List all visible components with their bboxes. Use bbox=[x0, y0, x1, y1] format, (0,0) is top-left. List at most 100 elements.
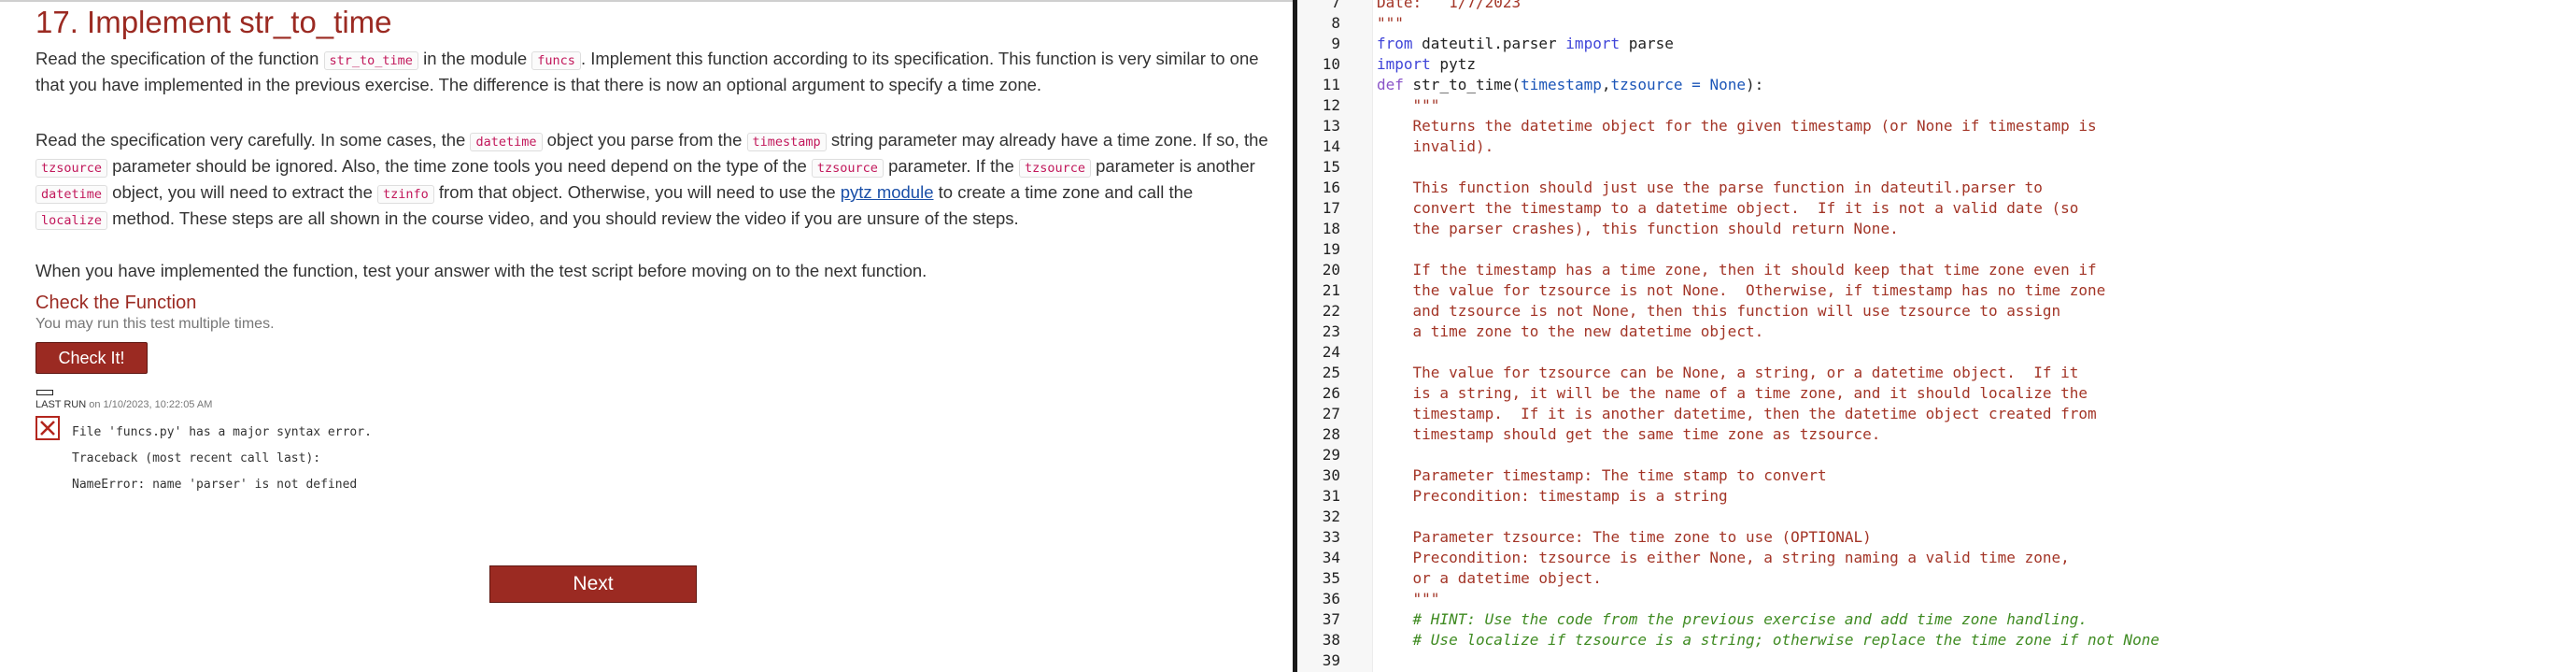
error-x-icon bbox=[35, 416, 60, 440]
code-line[interactable]: 35 or a datetime object. bbox=[1297, 568, 2576, 589]
code-line[interactable]: 28 timestamp should get the same time zo… bbox=[1297, 424, 2576, 445]
code-line[interactable]: 23 a time zone to the new datetime objec… bbox=[1297, 322, 2576, 342]
code-token: def bbox=[1377, 76, 1404, 93]
line-number: 23 bbox=[1322, 322, 1340, 340]
line-number: 26 bbox=[1322, 384, 1340, 402]
line-number: 18 bbox=[1322, 220, 1340, 237]
line-source: or a datetime object. bbox=[1377, 568, 1602, 589]
line-number: 14 bbox=[1322, 137, 1340, 155]
code-token: import bbox=[1565, 35, 1621, 52]
code-token: Date: 1/7/2023 bbox=[1377, 0, 1522, 11]
line-number: 37 bbox=[1322, 610, 1340, 628]
code-line[interactable]: 39 bbox=[1297, 651, 2576, 671]
code-line[interactable]: 25 The value for tzsource can be None, a… bbox=[1297, 363, 2576, 383]
line-source: the parser crashes), this function shoul… bbox=[1377, 219, 1899, 239]
code-token: """ bbox=[1377, 590, 1440, 608]
line-source: The value for tzsource can be None, a st… bbox=[1377, 363, 2079, 383]
line-number: 33 bbox=[1322, 528, 1340, 546]
line-number: 39 bbox=[1322, 651, 1340, 669]
line-source: the value for tzsource is not None. Othe… bbox=[1377, 280, 2106, 301]
line-number: 17 bbox=[1322, 199, 1340, 217]
check-subtitle: You may run this test multiple times. bbox=[35, 316, 275, 332]
code-line[interactable]: 7 Date: 1/7/2023 bbox=[1297, 0, 2576, 13]
line-number: 35 bbox=[1322, 569, 1340, 587]
code-line[interactable]: 30 Parameter timestamp: The time stamp t… bbox=[1297, 465, 2576, 486]
code-token: Parameter timestamp: The time stamp to c… bbox=[1377, 466, 1827, 484]
code-line[interactable]: 36 """ bbox=[1297, 589, 2576, 609]
code-token: convert the timestamp to a datetime obje… bbox=[1377, 199, 2079, 217]
line-source: convert the timestamp to a datetime obje… bbox=[1377, 198, 2079, 219]
line-source: timestamp. If it is another datetime, th… bbox=[1377, 404, 2097, 424]
code-token: Returns the datetime object for the give… bbox=[1377, 117, 2097, 135]
code-line[interactable]: 10 import pytz bbox=[1297, 54, 2576, 75]
instructions-paragraph-2: Read the specification very carefully. I… bbox=[35, 130, 1268, 230]
line-number: 24 bbox=[1322, 343, 1340, 361]
line-number: 13 bbox=[1322, 117, 1340, 135]
code-token: or a datetime object. bbox=[1377, 569, 1602, 587]
code-line[interactable]: 14 invalid). bbox=[1297, 136, 2576, 157]
line-source: Precondition: timestamp is a string bbox=[1377, 486, 1728, 507]
code-line[interactable]: 22 and tzsource is not None, then this f… bbox=[1297, 301, 2576, 322]
check-heading: Check the Function bbox=[35, 293, 197, 313]
line-number: 22 bbox=[1322, 302, 1340, 320]
line-source: If the timestamp has a time zone, then i… bbox=[1377, 260, 2097, 280]
code-line[interactable]: 17 convert the timestamp to a datetime o… bbox=[1297, 198, 2576, 219]
code-line[interactable]: 21 the value for tzsource is not None. O… bbox=[1297, 280, 2576, 301]
last-run: LAST RUN on 1/10/2023, 10:22:05 AM bbox=[35, 399, 213, 410]
code-line[interactable]: 13 Returns the datetime object for the g… bbox=[1297, 116, 2576, 136]
code-token: the parser crashes), this function shoul… bbox=[1377, 220, 1899, 237]
line-number: 12 bbox=[1322, 96, 1340, 114]
code-token: """ bbox=[1377, 96, 1440, 114]
line-source: """ bbox=[1377, 95, 1440, 116]
next-button[interactable]: Next bbox=[489, 565, 697, 603]
code-line[interactable]: 34 Precondition: tzsource is either None… bbox=[1297, 548, 2576, 568]
line-number: 32 bbox=[1322, 508, 1340, 525]
result-toggle[interactable] bbox=[36, 390, 53, 395]
code-line[interactable]: 18 the parser crashes), this function sh… bbox=[1297, 219, 2576, 239]
line-number: 27 bbox=[1322, 405, 1340, 422]
instructions-paragraph-1: Read the specification of the function s… bbox=[35, 49, 1259, 94]
code-line[interactable]: 32 bbox=[1297, 507, 2576, 527]
line-source: This function should just use the parse … bbox=[1377, 178, 2043, 198]
code-line[interactable]: 9 from dateutil.parser import parse bbox=[1297, 34, 2576, 54]
line-number: 28 bbox=[1322, 425, 1340, 443]
line-source: import pytz bbox=[1377, 54, 1476, 75]
code-tzsource: tzsource bbox=[35, 159, 108, 178]
code-token: ): bbox=[1745, 76, 1764, 93]
code-line[interactable]: 11 def str_to_time(timestamp,tzsource = N… bbox=[1297, 75, 2576, 95]
code-editor[interactable]: 7 Date: 1/7/2023 8 """ 9 from dateutil.parser… bbox=[1297, 0, 2576, 672]
code-token: This function should just use the parse … bbox=[1377, 179, 2043, 196]
line-number: 38 bbox=[1322, 631, 1340, 649]
line-number: 10 bbox=[1322, 55, 1340, 73]
line-source: a time zone to the new datetime object. bbox=[1377, 322, 1764, 342]
line-number: 15 bbox=[1322, 158, 1340, 176]
pytz-module-link[interactable]: pytz module bbox=[841, 182, 934, 202]
line-number: 30 bbox=[1322, 466, 1340, 484]
line-number: 20 bbox=[1322, 261, 1340, 279]
code-line[interactable]: 24 bbox=[1297, 342, 2576, 363]
code-line[interactable]: 16 This function should just use the par… bbox=[1297, 178, 2576, 198]
line-number: 16 bbox=[1322, 179, 1340, 196]
code-line[interactable]: 33 Parameter tzsource: The time zone to … bbox=[1297, 527, 2576, 548]
instructions-paragraph-3: When you have implemented the function, … bbox=[35, 261, 927, 280]
code-line[interactable]: 15 bbox=[1297, 157, 2576, 178]
code-line[interactable]: 29 bbox=[1297, 445, 2576, 465]
code-line[interactable]: 26 is a string, it will be the name of a… bbox=[1297, 383, 2576, 404]
code-token: tzsource = None bbox=[1610, 76, 1746, 93]
check-it-button[interactable]: Check It! bbox=[35, 342, 148, 374]
code-line[interactable]: 12 """ bbox=[1297, 95, 2576, 116]
code-localize: localize bbox=[35, 211, 108, 230]
code-line[interactable]: 8 """ bbox=[1297, 13, 2576, 34]
code-token: is a string, it will be the name of a ti… bbox=[1377, 384, 2088, 402]
code-line[interactable]: 27 timestamp. If it is another datetime,… bbox=[1297, 404, 2576, 424]
code-token: timestamp. If it is another datetime, th… bbox=[1377, 405, 2097, 422]
code-str-to-time: str_to_time bbox=[323, 51, 418, 70]
code-token: import bbox=[1377, 55, 1431, 73]
code-line[interactable]: 19 bbox=[1297, 239, 2576, 260]
code-line[interactable]: 38 # Use localize if tzsource is a strin… bbox=[1297, 630, 2576, 651]
code-line[interactable]: 37 # HINT: Use the code from the previou… bbox=[1297, 609, 2576, 630]
code-line[interactable]: 31 Precondition: timestamp is a string bbox=[1297, 486, 2576, 507]
code-token: parse bbox=[1620, 35, 1674, 52]
code-datetime: datetime bbox=[35, 185, 108, 204]
code-line[interactable]: 20 If the timestamp has a time zone, the… bbox=[1297, 260, 2576, 280]
